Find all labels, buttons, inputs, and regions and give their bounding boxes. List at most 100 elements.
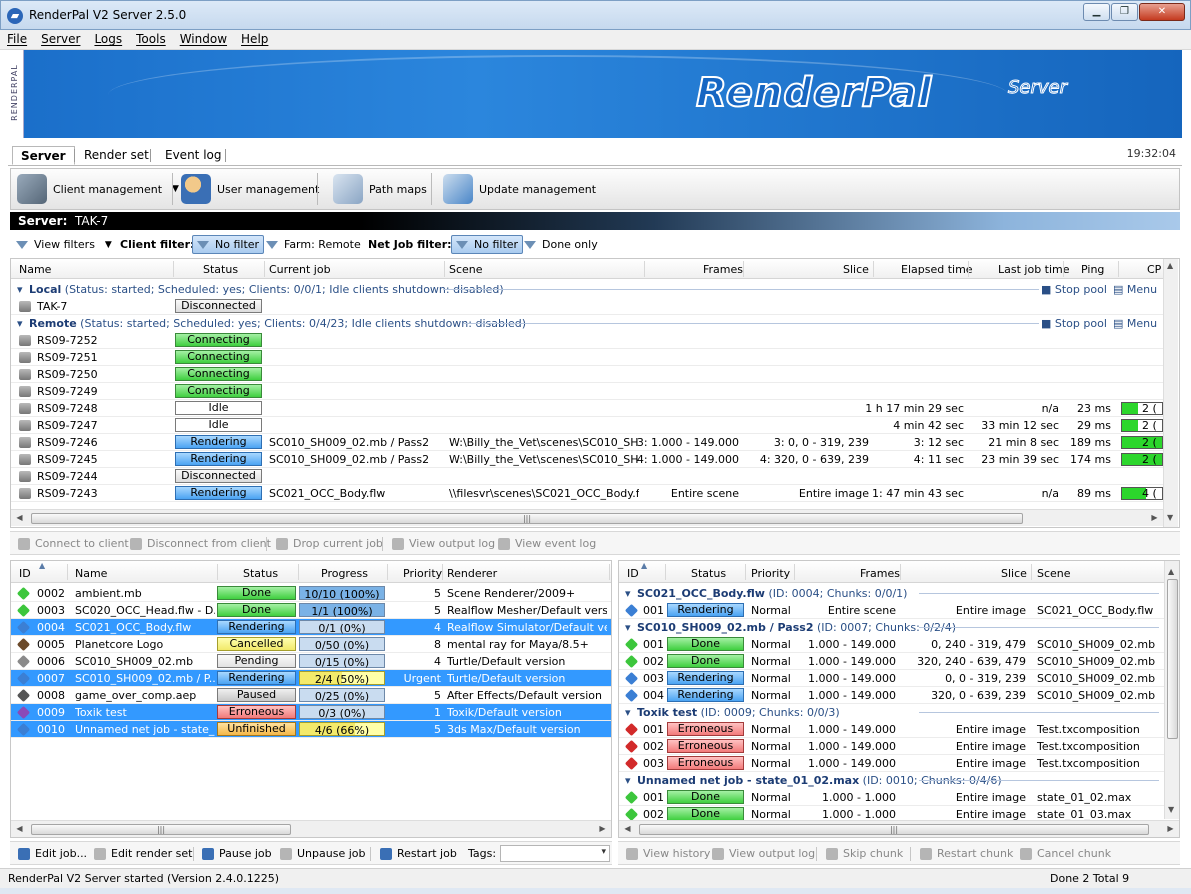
scroll-right-icon[interactable]: ▶ [1149, 513, 1160, 522]
scroll-down-icon[interactable]: ▼ [1168, 805, 1174, 814]
chunk-view-output-log-button[interactable]: View output log [712, 847, 815, 860]
tab-render-set[interactable]: Render set [76, 146, 157, 165]
menu-remote-button[interactable]: ▤ Menu [1113, 317, 1157, 330]
scrollbar-thumb[interactable] [1167, 579, 1178, 739]
col-divider[interactable] [173, 261, 174, 277]
client-row[interactable]: RS09-7251 Connecting [11, 349, 1163, 366]
col-progress[interactable]: Progress [321, 567, 368, 580]
job-row[interactable]: 0005 Planetcore Logo Cancelled 0/50 (0%) 8 me… [11, 636, 611, 653]
col-current-job[interactable]: Current job [269, 263, 331, 276]
col-chunk-frames[interactable]: Frames [860, 567, 900, 580]
chunk-row[interactable]: 002 Erroneous Normal 1.000 - 149.000 Entire … [619, 738, 1164, 755]
collapse-arrow-icon[interactable]: ▾ [625, 587, 631, 600]
client-row[interactable]: RS09-7250 Connecting [11, 366, 1163, 383]
col-divider[interactable] [442, 564, 443, 580]
col-divider[interactable] [444, 261, 445, 277]
menu-logs[interactable]: Logs [87, 30, 129, 48]
scroll-up-icon[interactable]: ▲ [1167, 261, 1173, 270]
col-divider[interactable] [217, 564, 218, 580]
group-local[interactable]: ▾ Local (Status: started; Scheduled: yes… [11, 281, 1163, 298]
col-divider[interactable] [1031, 564, 1032, 580]
col-chunk-scene[interactable]: Scene [1037, 567, 1071, 580]
col-divider[interactable] [387, 564, 388, 580]
client-row[interactable]: RS09-7252 Connecting [11, 332, 1163, 349]
stop-pool-local-button[interactable]: ■ Stop pool [1041, 283, 1107, 296]
col-chunk-id[interactable]: ID [627, 567, 639, 580]
job-row[interactable]: 0007 SC010_SH009_02.mb / P... Rendering 2/4… [11, 670, 611, 687]
close-button[interactable]: ✕ [1139, 3, 1185, 21]
skip-chunk-button[interactable]: Skip chunk [826, 847, 903, 860]
menu-local-button[interactable]: ▤ Menu [1113, 283, 1157, 296]
clients-horizontal-scrollbar[interactable]: ◀ ||| ▶ [11, 509, 1163, 526]
col-divider[interactable] [743, 261, 744, 277]
col-divider[interactable] [968, 261, 969, 277]
jobs-horizontal-scrollbar[interactable]: ◀ ||| ▶ [11, 820, 611, 837]
collapse-arrow-icon[interactable]: ▾ [17, 283, 23, 296]
menu-file[interactable]: File [0, 30, 34, 48]
client-row[interactable]: TAK-7 Disconnected [11, 298, 1163, 315]
chunk-group-header[interactable]: ▾ SC010_SH009_02.mb / Pass2 (ID: 0007; Ch… [619, 619, 1164, 636]
restart-chunk-button[interactable]: Restart chunk [920, 847, 1013, 860]
dropdown-arrow-icon[interactable]: ▼ [172, 184, 179, 194]
col-job-status[interactable]: Status [243, 567, 278, 580]
col-renderer[interactable]: Renderer [447, 567, 497, 580]
col-cpu[interactable]: CP [1147, 263, 1161, 276]
chunks-horizontal-scrollbar[interactable]: ◀ ||| ▶ [619, 820, 1179, 837]
col-scene[interactable]: Scene [449, 263, 483, 276]
scroll-up-icon[interactable]: ▲ [1168, 567, 1174, 576]
col-elapsed[interactable]: Elapsed time [901, 263, 973, 276]
col-divider[interactable] [745, 564, 746, 580]
col-divider[interactable] [1118, 261, 1119, 277]
dropdown-arrow-icon[interactable]: ▾ [601, 847, 606, 857]
col-name[interactable]: Name [19, 263, 51, 276]
chunks-vertical-scrollbar[interactable]: ▲ ▼ [1164, 561, 1179, 819]
job-row[interactable]: 0004 SC021_OCC_Body.flw Rendering 0/1 (0%) 4… [11, 619, 611, 636]
scrollbar-thumb[interactable]: ||| [31, 513, 1023, 524]
chunk-group-header[interactable]: ▾ Toxik test (ID: 0009; Chunks: 0/0/3) [619, 704, 1164, 721]
col-last-job-time[interactable]: Last job time [998, 263, 1070, 276]
maximize-button[interactable]: ❐ [1111, 3, 1138, 21]
pause-job-button[interactable]: Pause job [202, 847, 272, 860]
chunk-group-header[interactable]: ▾ SC021_OCC_Body.flw (ID: 0004; Chunks: 0… [619, 585, 1164, 602]
scroll-right-icon[interactable]: ▶ [597, 824, 608, 833]
col-divider[interactable] [1063, 261, 1064, 277]
view-output-log-button[interactable]: View output log [392, 537, 495, 550]
col-divider[interactable] [900, 564, 901, 580]
chunk-row[interactable]: 001 Done Normal 1.000 - 149.000 0, 240 - 319… [619, 636, 1164, 653]
scroll-down-icon[interactable]: ▼ [1167, 513, 1173, 522]
tab-server[interactable]: Server [12, 146, 75, 165]
menu-help[interactable]: Help [234, 30, 275, 48]
client-row[interactable]: RS09-7247 Idle 4 min 42 sec 33 min 12 sec 29… [11, 417, 1163, 434]
job-row[interactable]: 0009 Toxik test Erroneous 0/3 (0%) 1 Toxik/De… [11, 704, 611, 721]
scroll-left-icon[interactable]: ◀ [622, 824, 633, 833]
menu-tools[interactable]: Tools [129, 30, 173, 48]
menu-window[interactable]: Window [173, 30, 234, 48]
view-history-button[interactable]: View history [626, 847, 710, 860]
collapse-arrow-icon[interactable]: ▾ [17, 317, 23, 330]
job-row[interactable]: 0002 ambient.mb Done 10/10 (100%) 5 Scene Ren… [11, 585, 611, 602]
scrollbar-thumb[interactable]: ||| [31, 824, 291, 835]
drop-current-job-button[interactable]: Drop current job [276, 537, 383, 550]
minimize-button[interactable]: ▁ [1083, 3, 1110, 21]
col-divider[interactable] [665, 564, 666, 580]
client-row[interactable]: RS09-7249 Connecting [11, 383, 1163, 400]
col-priority[interactable]: Priority [403, 567, 442, 580]
path-maps-button[interactable]: Path maps [333, 173, 427, 205]
client-management-button[interactable]: Client management ▼ [17, 173, 179, 205]
col-divider[interactable] [873, 261, 874, 277]
col-divider[interactable] [794, 564, 795, 580]
col-divider[interactable] [609, 564, 610, 580]
cancel-chunk-button[interactable]: Cancel chunk [1020, 847, 1111, 860]
client-row[interactable]: RS09-7243 Rendering SC021_OCC_Body.flw \\fi… [11, 485, 1163, 502]
unpause-job-button[interactable]: Unpause job [280, 847, 365, 860]
chunk-row[interactable]: 003 Rendering Normal 1.000 - 149.000 0, 0 - … [619, 670, 1164, 687]
tab-event-log[interactable]: Event log [157, 146, 229, 165]
stop-pool-remote-button[interactable]: ■ Stop pool [1041, 317, 1107, 330]
job-row[interactable]: 0006 SC010_SH009_02.mb Pending 0/15 (0%) 4 Tu… [11, 653, 611, 670]
job-row[interactable]: 0010 Unnamed net job - state_0...Unfinish… [11, 721, 611, 738]
update-management-button[interactable]: Update management [443, 173, 596, 205]
col-id[interactable]: ID [19, 567, 31, 580]
col-chunk-status[interactable]: Status [691, 567, 726, 580]
client-row[interactable]: RS09-7246 Rendering SC010_SH009_02.mb / Pa… [11, 434, 1163, 451]
chunk-row[interactable]: 001 Done Normal 1.000 - 1.000 Entire image st… [619, 789, 1164, 806]
